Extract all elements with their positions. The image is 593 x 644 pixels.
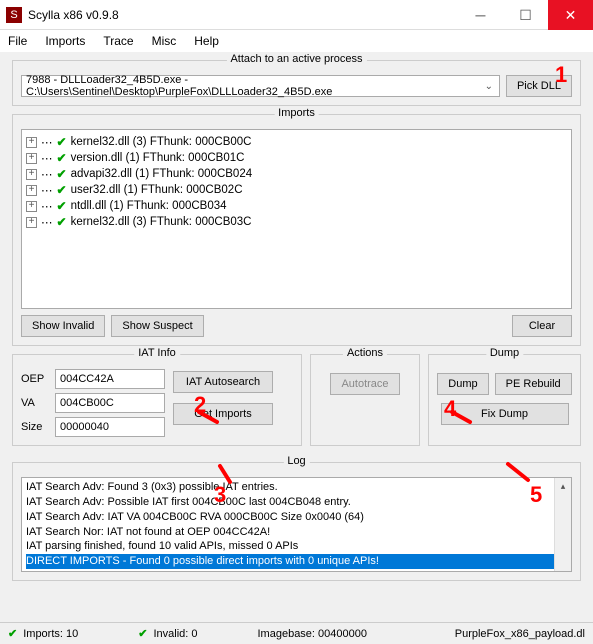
tree-label: user32.dll (1) FThunk: 000CB02C	[71, 184, 243, 196]
iat-info-group: IAT Info OEP VA Size	[12, 354, 302, 446]
menu-trace[interactable]: Trace	[103, 34, 133, 48]
tree-label: kernel32.dll (3) FThunk: 000CB03C	[71, 216, 252, 228]
actions-title: Actions	[343, 347, 387, 359]
expand-icon[interactable]: +	[26, 153, 37, 164]
check-icon: ✔	[57, 135, 67, 149]
iat-title: IAT Info	[134, 347, 180, 359]
menubar: File Imports Trace Misc Help	[0, 30, 593, 52]
expand-icon[interactable]: +	[26, 217, 37, 228]
statusbar: ✔ Imports: 10 ✔ Invalid: 0 Imagebase: 0040…	[0, 622, 593, 644]
check-icon: ✔	[57, 167, 67, 181]
tree-row[interactable]: +⋯✔kernel32.dll (3) FThunk: 000CB03C	[26, 214, 567, 230]
process-select-value: 7988 - DLLLoader32_4B5D.exe - C:\Users\S…	[26, 74, 483, 98]
titlebar: S Scylla x86 v0.9.8 ─ ☐ ✕	[0, 0, 593, 30]
pe-rebuild-button[interactable]: PE Rebuild	[495, 373, 572, 395]
expand-icon[interactable]: +	[26, 185, 37, 196]
dump-group: Dump Dump PE Rebuild Fix Dump	[428, 354, 581, 446]
imports-title: Imports	[274, 107, 319, 119]
tree-row[interactable]: +⋯✔version.dll (1) FThunk: 000CB01C	[26, 150, 567, 166]
check-icon: ✔	[8, 627, 17, 640]
log-line: IAT Search Adv: Possible IAT first 004CB…	[26, 495, 567, 510]
clear-button[interactable]: Clear	[512, 315, 572, 337]
menu-imports[interactable]: Imports	[45, 34, 85, 48]
log-line-selected: DIRECT IMPORTS - Found 0 possible direct…	[26, 554, 567, 569]
expand-icon[interactable]: +	[26, 137, 37, 148]
tree-label: kernel32.dll (3) FThunk: 000CB00C	[71, 136, 252, 148]
status-filename: PurpleFox_x86_payload.dl	[455, 628, 585, 640]
app-title: Scylla x86 v0.9.8	[28, 8, 458, 22]
size-label: Size	[21, 421, 49, 433]
imports-group: Imports +⋯✔kernel32.dll (3) FThunk: 000C…	[12, 114, 581, 346]
tree-row[interactable]: +⋯✔ntdll.dll (1) FThunk: 000CB034	[26, 198, 567, 214]
show-suspect-button[interactable]: Show Suspect	[111, 315, 203, 337]
expand-icon[interactable]: +	[26, 201, 37, 212]
size-input[interactable]	[55, 417, 165, 437]
scroll-up-icon[interactable]: ▴	[555, 478, 571, 495]
client-area: Attach to an active process 7988 - DLLLo…	[0, 52, 593, 597]
check-icon: ✔	[57, 199, 67, 213]
autotrace-button[interactable]: Autotrace	[330, 373, 399, 395]
log-line: IAT Search Adv: Found 3 (0x3) possible I…	[26, 480, 567, 495]
status-invalid: Invalid: 0	[153, 628, 197, 640]
tree-label: advapi32.dll (1) FThunk: 000CB024	[71, 168, 253, 180]
log-title: Log	[283, 455, 309, 467]
scrollbar-vertical[interactable]: ▴	[554, 478, 571, 571]
chevron-down-icon: ⌄	[483, 81, 495, 92]
oep-input[interactable]	[55, 369, 165, 389]
minimize-button[interactable]: ─	[458, 0, 503, 30]
attach-title: Attach to an active process	[226, 53, 366, 65]
check-icon: ✔	[57, 215, 67, 229]
log-line: IAT Search Nor: IAT not found at OEP 004…	[26, 525, 567, 540]
close-button[interactable]: ✕	[548, 0, 593, 30]
get-imports-button[interactable]: Get Imports	[173, 403, 273, 425]
va-input[interactable]	[55, 393, 165, 413]
check-icon: ✔	[138, 627, 147, 640]
app-icon: S	[6, 7, 22, 23]
maximize-button[interactable]: ☐	[503, 0, 548, 30]
attach-group: Attach to an active process 7988 - DLLLo…	[12, 60, 581, 106]
imports-tree[interactable]: +⋯✔kernel32.dll (3) FThunk: 000CB00C +⋯✔…	[21, 129, 572, 309]
tree-row[interactable]: +⋯✔advapi32.dll (1) FThunk: 000CB024	[26, 166, 567, 182]
dump-title: Dump	[486, 347, 523, 359]
log-group: Log IAT Search Adv: Found 3 (0x3) possib…	[12, 462, 581, 581]
menu-misc[interactable]: Misc	[152, 34, 177, 48]
iat-autosearch-button[interactable]: IAT Autosearch	[173, 371, 273, 393]
tree-label: version.dll (1) FThunk: 000CB01C	[71, 152, 245, 164]
actions-group: Actions Autotrace	[310, 354, 420, 446]
status-imagebase: Imagebase: 00400000	[258, 628, 367, 640]
menu-file[interactable]: File	[8, 34, 27, 48]
log-line: IAT Search Adv: IAT VA 004CB00C RVA 000C…	[26, 510, 567, 525]
oep-label: OEP	[21, 373, 49, 385]
check-icon: ✔	[57, 151, 67, 165]
status-imports: Imports: 10	[23, 628, 78, 640]
show-invalid-button[interactable]: Show Invalid	[21, 315, 105, 337]
process-select[interactable]: 7988 - DLLLoader32_4B5D.exe - C:\Users\S…	[21, 75, 500, 97]
tree-row[interactable]: +⋯✔user32.dll (1) FThunk: 000CB02C	[26, 182, 567, 198]
check-icon: ✔	[57, 183, 67, 197]
menu-help[interactable]: Help	[194, 34, 219, 48]
window-controls: ─ ☐ ✕	[458, 0, 593, 29]
expand-icon[interactable]: +	[26, 169, 37, 180]
log-box[interactable]: IAT Search Adv: Found 3 (0x3) possible I…	[21, 477, 572, 572]
log-line: IAT parsing finished, found 10 valid API…	[26, 539, 567, 554]
va-label: VA	[21, 397, 49, 409]
tree-row[interactable]: +⋯✔kernel32.dll (3) FThunk: 000CB00C	[26, 134, 567, 150]
pick-dll-button[interactable]: Pick DLL	[506, 75, 572, 97]
dump-button[interactable]: Dump	[437, 373, 488, 395]
fix-dump-button[interactable]: Fix Dump	[441, 403, 569, 425]
tree-label: ntdll.dll (1) FThunk: 000CB034	[71, 200, 227, 212]
